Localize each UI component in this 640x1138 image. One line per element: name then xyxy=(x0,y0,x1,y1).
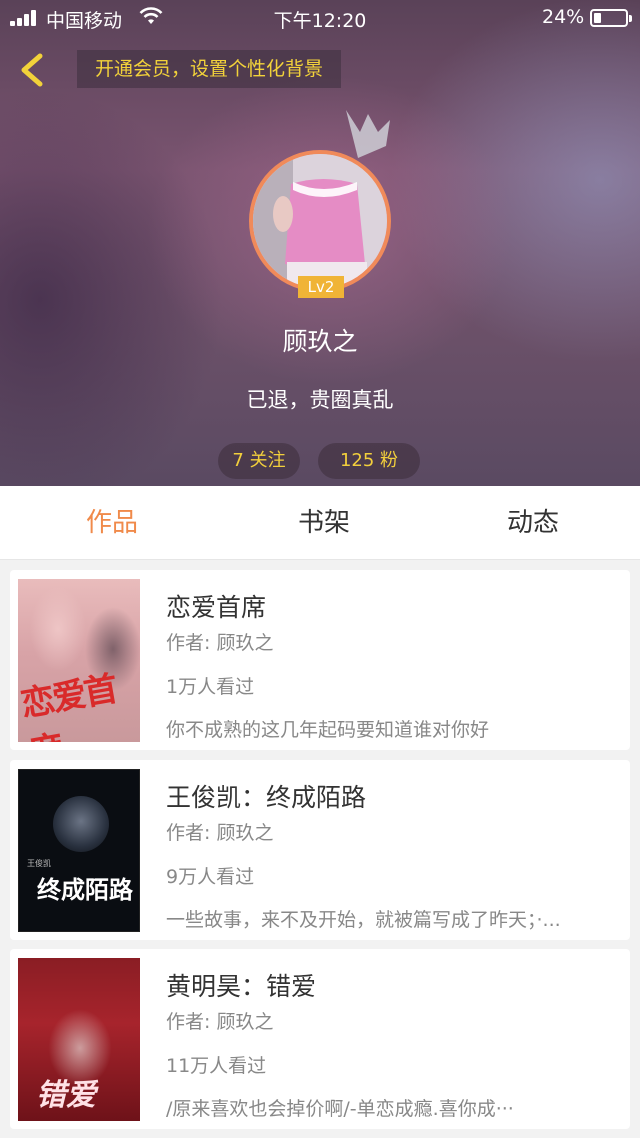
status-bar: 中国移动 下午12:20 24% xyxy=(0,0,640,34)
book-views: 1万人看过 xyxy=(166,676,255,698)
cover-portrait xyxy=(53,796,109,852)
book-description: /原来喜欢也会掉价啊/-单恋成瘾.喜你成··· xyxy=(166,1098,514,1120)
book-cover: 错爱 xyxy=(18,958,140,1121)
book-views: 11万人看过 xyxy=(166,1055,267,1077)
cover-title: 终成陌路 xyxy=(37,875,133,904)
book-item[interactable]: 恋爱首席 恋爱首席 作者: 顾玖之 1万人看过 你不成熟的这几年起码要知道谁对你… xyxy=(10,570,630,750)
level-badge: Lv2 xyxy=(298,276,344,298)
book-cover: 王俊凯 终成陌路 xyxy=(18,769,140,932)
book-description: 一些故事，来不及开始，就被篇写成了昨天；·... xyxy=(166,909,561,931)
user-bio: 已退，贵圈真乱 xyxy=(246,388,394,412)
tab-bookshelf[interactable]: 书架 xyxy=(254,486,394,560)
fans-count-button[interactable]: 125 粉丝 xyxy=(318,443,420,479)
book-title: 黄明昊：错爱 xyxy=(166,972,317,1001)
book-author: 作者: 顾玖之 xyxy=(166,1011,274,1033)
cover-title: 错爱 xyxy=(36,1078,96,1113)
book-title: 恋爱首席 xyxy=(166,593,267,622)
tab-activity[interactable]: 动态 xyxy=(463,486,603,560)
vip-banner[interactable]: 开通会员，设置个性化背景 xyxy=(77,50,342,88)
cover-title: 恋爱首席 xyxy=(18,669,120,742)
back-button[interactable] xyxy=(14,50,50,90)
book-views: 9万人看过 xyxy=(166,866,255,888)
avatar-photo xyxy=(253,154,387,288)
book-cover: 恋爱首席 xyxy=(18,579,140,742)
battery-percent: 24% xyxy=(542,6,585,28)
book-author: 作者: 顾玖之 xyxy=(166,822,274,844)
book-description: 你不成熟的这几年起码要知道谁对你好 xyxy=(166,719,490,741)
username: 顾玖之 xyxy=(282,327,358,356)
tab-bar: 作品 书架 动态 xyxy=(0,486,640,560)
battery-icon xyxy=(590,9,632,27)
book-title: 王俊凯：终成陌路 xyxy=(166,783,367,812)
profile-header: 中国移动 下午12:20 24% 开通会员，设置个性化背景 Lv2 顾玖之 已退… xyxy=(0,0,640,486)
book-author: 作者: 顾玖之 xyxy=(166,632,274,654)
book-item[interactable]: 王俊凯 终成陌路 王俊凯：终成陌路 作者: 顾玖之 9万人看过 一些故事，来不及… xyxy=(10,760,630,940)
tab-works[interactable]: 作品 xyxy=(42,486,182,560)
cover-subtitle: 王俊凯 xyxy=(27,859,51,868)
book-item[interactable]: 错爱 黄明昊：错爱 作者: 顾玖之 11万人看过 /原来喜欢也会掉价啊/-单恋成… xyxy=(10,949,630,1129)
following-count-button[interactable]: 7 关注 xyxy=(218,443,300,479)
avatar[interactable] xyxy=(249,150,391,292)
